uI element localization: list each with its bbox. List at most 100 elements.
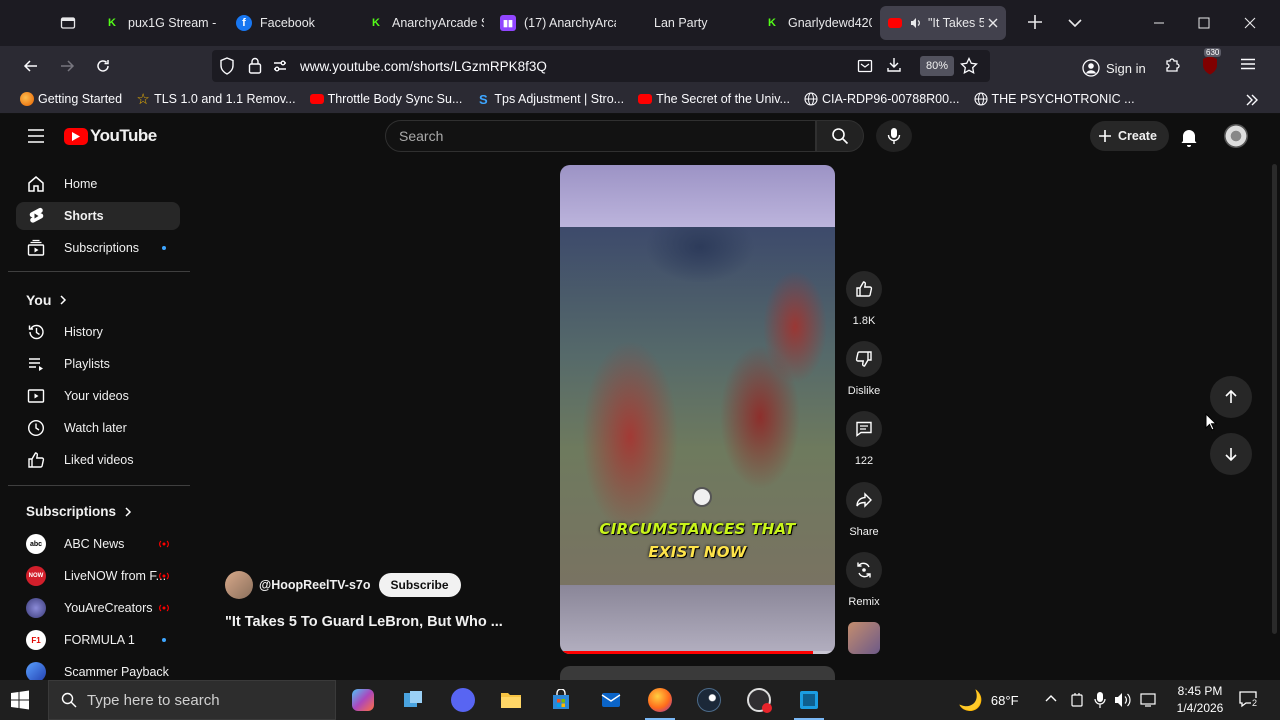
bookmark-star-icon[interactable] (960, 57, 978, 75)
bookmark-item[interactable]: S Tps Adjustment | Stro... (476, 92, 624, 107)
forward-button[interactable] (51, 50, 83, 82)
sidebar-channel-abc-news[interactable]: abc ABC News (16, 530, 180, 558)
taskbar-search-box[interactable]: Type here to search (48, 680, 336, 720)
lock-icon[interactable] (248, 57, 262, 74)
taskbar-app-file-explorer[interactable] (488, 680, 534, 720)
subscribe-button[interactable]: Subscribe (378, 573, 461, 597)
ublock-extension-button[interactable]: 630 (1200, 48, 1224, 78)
taskbar-app-obs[interactable] (736, 680, 782, 720)
maximize-button[interactable] (1181, 0, 1227, 46)
back-button[interactable] (15, 50, 47, 82)
sidebar-item-subscriptions[interactable]: Subscriptions (16, 234, 180, 262)
browser-tab[interactable]: ▮▮ (17) AnarchyArca (492, 6, 624, 40)
share-button[interactable] (846, 482, 882, 518)
taskbar-clock[interactable]: 8:45 PM 1/4/2026 (1160, 683, 1240, 717)
remix-button[interactable] (846, 552, 882, 588)
search-box[interactable] (385, 120, 816, 152)
sidebar-item-playlists[interactable]: Playlists (16, 350, 180, 378)
create-button[interactable]: Create (1090, 121, 1169, 151)
tray-device-icon[interactable] (1070, 692, 1084, 708)
volume-icon[interactable] (1114, 692, 1132, 708)
search-button[interactable] (816, 120, 864, 152)
notifications-button[interactable] (1180, 127, 1198, 147)
list-all-tabs-button[interactable] (1066, 14, 1084, 32)
zoom-indicator[interactable]: 80% (920, 56, 955, 76)
save-page-icon[interactable] (886, 57, 902, 73)
browser-tab-active[interactable]: "It Takes 5 (880, 6, 1006, 40)
taskbar-app-steam[interactable] (686, 680, 732, 720)
video-progress-bar[interactable] (560, 651, 835, 654)
account-avatar[interactable] (1224, 124, 1248, 148)
tab-list-button[interactable] (50, 5, 86, 41)
taskbar-app-outlook[interactable] (588, 680, 634, 720)
like-button[interactable] (846, 271, 882, 307)
remix-action[interactable]: Remix (844, 552, 884, 608)
sidebar-channel-youarecreators[interactable]: YouAreCreators (16, 594, 180, 622)
notification-center-button[interactable]: 2 (1238, 690, 1260, 710)
sidebar-subscriptions-header[interactable]: Subscriptions (26, 504, 132, 519)
bookmark-item[interactable]: ☆ TLS 1.0 and 1.1 Remov... (136, 91, 295, 108)
start-button[interactable] (10, 690, 30, 710)
bookmark-item[interactable]: Throttle Body Sync Su... (309, 92, 462, 106)
comments-action[interactable]: 122 (844, 411, 884, 467)
taskbar-app-copilot[interactable] (340, 680, 386, 720)
sidebar-you-header[interactable]: You (26, 292, 67, 308)
weather-widget[interactable]: 🌙 68°F (958, 680, 1019, 720)
short-title[interactable]: "It Takes 5 To Guard LeBron, But Who ... (225, 614, 503, 630)
bookmark-item[interactable]: THE PSYCHOTRONIC ... (973, 92, 1135, 106)
show-hidden-icons-button[interactable] (1044, 692, 1058, 706)
browser-tab[interactable]: f Facebook (228, 6, 360, 40)
new-tab-button[interactable] (1024, 11, 1046, 33)
youtube-logo[interactable]: YouTube (64, 126, 157, 146)
url-text[interactable]: www.youtube.com/shorts/LGzmRPK8f3Q (300, 59, 547, 74)
taskbar-app-code-editor[interactable] (786, 680, 832, 720)
app-menu-button[interactable] (1240, 56, 1256, 72)
extensions-button[interactable] (1164, 56, 1182, 74)
taskbar-app-task-view[interactable] (390, 680, 436, 720)
comments-button[interactable] (846, 411, 882, 447)
next-short-preview[interactable] (560, 666, 835, 680)
url-bar[interactable]: www.youtube.com/shorts/LGzmRPK8f3Q 80% (212, 50, 990, 82)
sidebar-channel-formula-1[interactable]: F1 FORMULA 1 (16, 626, 180, 654)
sidebar-item-liked-videos[interactable]: Liked videos (16, 446, 180, 474)
taskbar-app-store[interactable] (538, 680, 584, 720)
search-input[interactable] (386, 121, 815, 151)
channel-avatar[interactable] (225, 571, 253, 599)
previous-short-button[interactable] (1210, 376, 1252, 418)
guide-menu-button[interactable] (26, 127, 46, 145)
sidebar-item-watch-later[interactable]: Watch later (16, 414, 180, 442)
network-icon[interactable] (1140, 692, 1158, 708)
sound-thumbnail[interactable] (848, 622, 880, 654)
taskbar-app-discord[interactable] (440, 680, 486, 720)
dislike-action[interactable]: Dislike (844, 341, 884, 397)
sidebar-item-home[interactable]: Home (16, 170, 180, 198)
bookmark-item[interactable]: Getting Started (20, 92, 122, 106)
sidebar-item-history[interactable]: History (16, 318, 180, 346)
browser-tab[interactable]: K AnarchyArcade S (360, 6, 492, 40)
bookmark-item[interactable]: The Secret of the Univ... (638, 92, 790, 106)
speaker-icon[interactable] (910, 17, 922, 29)
dislike-button[interactable] (846, 341, 882, 377)
next-short-button[interactable] (1210, 433, 1252, 475)
scrollbar-thumb[interactable] (1272, 164, 1277, 634)
page-scrollbar[interactable] (1270, 160, 1280, 680)
tracking-protection-icon[interactable] (219, 57, 235, 75)
sidebar-item-your-videos[interactable]: Your videos (16, 382, 180, 410)
voice-search-button[interactable] (876, 120, 912, 152)
minimize-button[interactable] (1136, 0, 1182, 46)
close-window-button[interactable] (1227, 0, 1273, 46)
microphone-tray-icon[interactable] (1094, 691, 1106, 709)
short-video-player[interactable]: CIRCUMSTANCES THAT EXIST NOW (560, 165, 835, 654)
reload-button[interactable] (87, 50, 119, 82)
browser-tab[interactable]: K Gnarlydewd420 (756, 6, 880, 40)
taskbar-app-firefox[interactable] (637, 680, 683, 720)
like-action[interactable]: 1.8K (844, 271, 884, 327)
browser-tab[interactable]: Lan Party (624, 6, 756, 40)
sidebar-channel-livenow[interactable]: NOW LiveNOW from F... (16, 562, 180, 590)
browser-tab[interactable]: K pux1G Stream - (96, 6, 228, 40)
share-action[interactable]: Share (844, 482, 884, 538)
permissions-icon[interactable] (272, 58, 288, 74)
bookmark-item[interactable]: CIA-RDP96-00788R00... (804, 92, 960, 106)
sign-in-button[interactable]: Sign in (1082, 52, 1146, 84)
more-bookmarks-button[interactable] (1244, 92, 1260, 108)
